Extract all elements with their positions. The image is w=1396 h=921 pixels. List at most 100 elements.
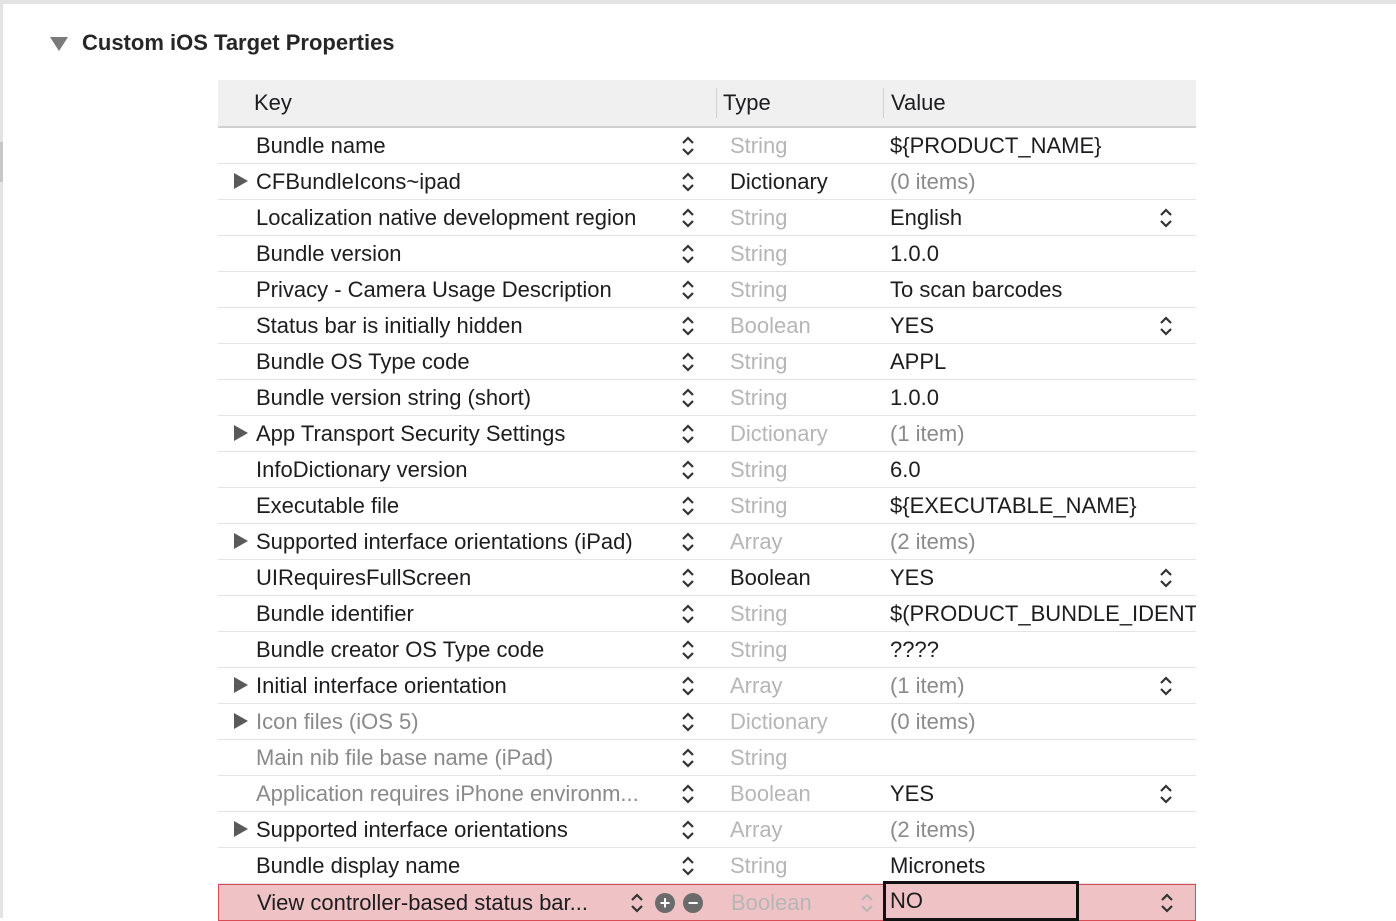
table-row[interactable]: Executable file String ${EXECUTABLE_NAME} <box>218 488 1196 524</box>
table-row[interactable]: UIRequiresFullScreen Boolean YES <box>218 560 1196 596</box>
table-row-selected[interactable]: View controller-based status bar... + − … <box>218 881 1196 921</box>
table-row[interactable]: Bundle OS Type code String APPL <box>218 344 1196 380</box>
table-row[interactable]: Icon files (iOS 5) Dictionary (0 items) <box>218 704 1196 740</box>
row-type[interactable]: Boolean <box>730 560 811 595</box>
row-key[interactable]: Bundle name <box>256 128 666 163</box>
disclosure-triangle-open-icon[interactable] <box>50 37 68 51</box>
row-value[interactable]: $(PRODUCT_BUNDLE_IDENT <box>890 596 1196 631</box>
table-row[interactable]: Bundle version String 1.0.0 <box>218 236 1196 272</box>
key-stepper-icon[interactable] <box>680 458 696 482</box>
value-stepper-icon[interactable] <box>1159 891 1175 915</box>
row-key[interactable]: View controller-based status bar... <box>257 885 622 920</box>
table-row[interactable]: Privacy - Camera Usage Description String… <box>218 272 1196 308</box>
table-row[interactable]: Supported interface orientations Array (2 … <box>218 812 1196 848</box>
disclosure-triangle-icon[interactable] <box>234 173 248 189</box>
row-value[interactable]: (0 items) <box>890 164 1196 199</box>
row-value[interactable]: ???? <box>890 632 1196 667</box>
row-key[interactable]: Initial interface orientation <box>256 668 666 703</box>
key-stepper-icon[interactable] <box>680 530 696 554</box>
row-value[interactable]: 1.0.0 <box>890 380 1196 415</box>
row-key[interactable]: Application requires iPhone environm... <box>256 776 666 811</box>
row-type[interactable]: String <box>730 740 787 775</box>
row-key[interactable]: Privacy - Camera Usage Description <box>256 272 666 307</box>
disclosure-triangle-icon[interactable] <box>234 677 248 693</box>
row-key[interactable]: Status bar is initially hidden <box>256 308 666 343</box>
column-separator[interactable] <box>883 88 884 118</box>
row-type[interactable]: String <box>730 632 787 667</box>
row-key[interactable]: Bundle identifier <box>256 596 666 631</box>
table-row[interactable]: Bundle display name String Micronets <box>218 848 1196 884</box>
row-value[interactable] <box>890 740 1196 775</box>
row-type[interactable]: Dictionary <box>730 416 828 451</box>
key-stepper-icon[interactable] <box>680 386 696 410</box>
row-value[interactable]: ${PRODUCT_NAME} <box>890 128 1196 163</box>
row-value[interactable]: YES <box>890 560 1196 595</box>
row-type[interactable]: Dictionary <box>730 164 828 199</box>
row-value[interactable]: To scan barcodes <box>890 272 1196 307</box>
section-header[interactable]: Custom iOS Target Properties <box>50 28 395 58</box>
value-stepper-icon[interactable] <box>1158 782 1174 806</box>
column-header-value[interactable]: Value <box>891 80 946 126</box>
key-stepper-icon[interactable] <box>680 278 696 302</box>
row-key[interactable]: Supported interface orientations <box>256 812 666 847</box>
row-value[interactable]: Micronets <box>890 848 1196 883</box>
row-type[interactable]: Boolean <box>731 885 812 920</box>
disclosure-triangle-icon[interactable] <box>234 533 248 549</box>
row-value[interactable]: (0 items) <box>890 704 1196 739</box>
row-value[interactable]: 6.0 <box>890 452 1196 487</box>
table-row[interactable]: Bundle version string (short) String 1.0.0 <box>218 380 1196 416</box>
row-type[interactable]: String <box>730 272 787 307</box>
remove-row-button[interactable]: − <box>683 893 703 913</box>
key-stepper-icon[interactable] <box>680 494 696 518</box>
row-type[interactable]: Boolean <box>730 776 811 811</box>
row-key[interactable]: Bundle version <box>256 236 666 271</box>
type-stepper-icon[interactable] <box>859 891 875 915</box>
disclosure-triangle-icon[interactable] <box>234 821 248 837</box>
key-stepper-icon[interactable] <box>680 818 696 842</box>
disclosure-triangle-icon[interactable] <box>234 713 248 729</box>
row-value[interactable]: 1.0.0 <box>890 236 1196 271</box>
table-row[interactable]: CFBundleIcons~ipad Dictionary (0 items) <box>218 164 1196 200</box>
value-stepper-icon[interactable] <box>1158 314 1174 338</box>
column-separator[interactable] <box>716 88 717 118</box>
row-key[interactable]: Bundle version string (short) <box>256 380 666 415</box>
row-key[interactable]: Main nib file base name (iPad) <box>256 740 666 775</box>
key-stepper-icon[interactable] <box>680 314 696 338</box>
key-stepper-icon[interactable] <box>680 134 696 158</box>
key-stepper-icon[interactable] <box>680 242 696 266</box>
table-row[interactable]: Bundle creator OS Type code String???? <box>218 632 1196 668</box>
row-key[interactable]: Localization native development region <box>256 200 666 235</box>
value-edit-field[interactable]: NO <box>883 881 1079 921</box>
column-header-key[interactable]: Key <box>254 80 292 126</box>
table-row[interactable]: InfoDictionary version String 6.0 <box>218 452 1196 488</box>
row-type[interactable]: String <box>730 128 787 163</box>
row-key[interactable]: Bundle OS Type code <box>256 344 666 379</box>
key-stepper-icon[interactable] <box>680 710 696 734</box>
key-stepper-icon[interactable] <box>680 350 696 374</box>
row-type[interactable]: String <box>730 596 787 631</box>
row-type[interactable]: String <box>730 344 787 379</box>
table-row[interactable]: Initial interface orientation Array (1 ite… <box>218 668 1196 704</box>
table-row[interactable]: App Transport Security Settings Dictionar… <box>218 416 1196 452</box>
row-type[interactable]: Array <box>730 668 783 703</box>
row-key[interactable]: CFBundleIcons~ipad <box>256 164 666 199</box>
column-header-type[interactable]: Type <box>723 80 771 126</box>
row-value[interactable]: (1 item) <box>890 416 1196 451</box>
key-stepper-icon[interactable] <box>680 566 696 590</box>
key-stepper-icon[interactable] <box>680 674 696 698</box>
row-value[interactable]: (1 item) <box>890 668 1196 703</box>
row-key[interactable]: App Transport Security Settings <box>256 416 666 451</box>
key-stepper-icon[interactable] <box>680 206 696 230</box>
row-type[interactable]: Array <box>730 524 783 559</box>
row-key[interactable]: InfoDictionary version <box>256 452 666 487</box>
row-value[interactable]: English <box>890 200 1196 235</box>
row-type[interactable]: String <box>730 380 787 415</box>
row-value[interactable]: YES <box>890 308 1196 343</box>
row-type[interactable]: String <box>730 488 787 523</box>
table-row[interactable]: Application requires iPhone environm... B… <box>218 776 1196 812</box>
row-type[interactable]: String <box>730 200 787 235</box>
row-key[interactable]: Bundle display name <box>256 848 666 883</box>
table-row[interactable]: Localization native development region St… <box>218 200 1196 236</box>
key-stepper-icon[interactable] <box>680 638 696 662</box>
key-stepper-icon[interactable] <box>680 782 696 806</box>
